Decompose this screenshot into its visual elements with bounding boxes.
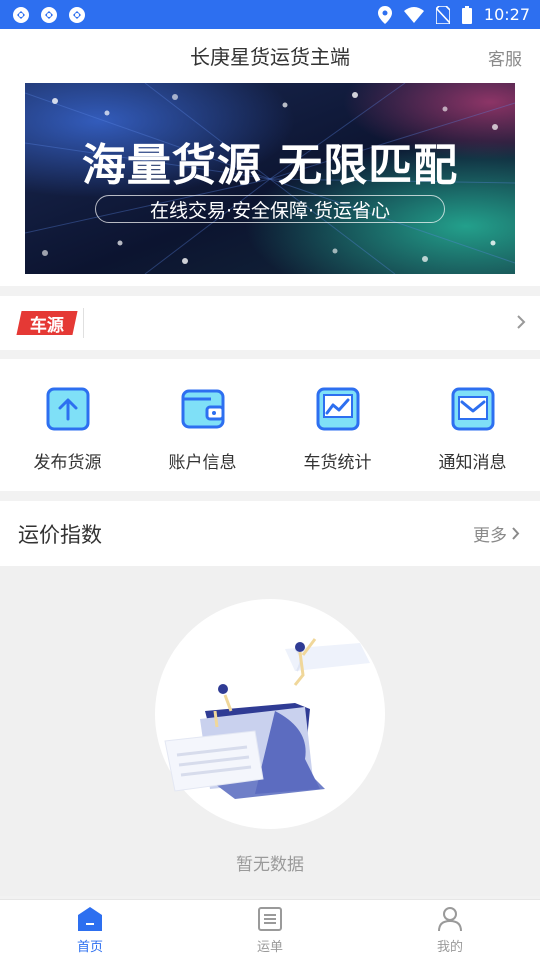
page-title: 长庚星货运货主端 [190,45,350,69]
nav-item-mine[interactable]: 我的 [360,900,540,961]
action-notifications[interactable]: 通知消息 [405,359,540,491]
banner-section: 海量货源 无限匹配 在线交易·安全保障·货运省心 [0,82,540,286]
upload-icon [46,387,89,431]
app-header: 长庚星货运货主端 客服 [0,29,540,82]
empty-state-text: 暂无数据 [236,855,304,875]
action-label: 账户信息 [168,453,237,473]
no-sim-icon [435,5,450,24]
action-publish-cargo[interactable]: 发布货源 [0,359,135,491]
app-notification-icon [40,6,58,24]
chevron-right-icon [516,314,526,334]
chevron-right-icon [512,527,520,540]
freight-index-title: 运价指数 [18,522,102,547]
nav-label: 我的 [436,940,463,955]
nav-label: 首页 [76,940,103,955]
action-cargo-stats[interactable]: 车货统计 [270,359,405,491]
wifi-icon [403,6,424,23]
more-button[interactable]: 更多 [473,521,520,546]
app-notification-icon [12,6,30,24]
quick-actions: 发布货源 账户信息 车货统计 通知消息 [0,359,540,491]
location-icon [377,5,392,24]
action-label: 车货统计 [303,453,372,473]
promo-banner[interactable]: 海量货源 无限匹配 在线交易·安全保障·货运省心 [25,83,515,274]
app-notification-icon [68,6,86,24]
action-label: 发布货源 [33,453,102,473]
person-icon [438,907,462,932]
car-source-row[interactable]: 车源 [0,296,540,350]
home-icon [78,907,102,931]
customer-service-button[interactable]: 客服 [488,45,522,70]
status-bar: 10:27 [0,0,540,29]
empty-folder-illustration [164,638,370,799]
nav-label: 运单 [256,940,283,955]
banner-subline: 在线交易·安全保障·货运省心 [95,195,445,223]
more-label: 更多 [473,526,507,546]
car-source-tag-label: 车源 [30,315,64,336]
action-account-info[interactable]: 账户信息 [135,359,270,491]
car-source-tag: 车源 [16,311,78,336]
status-notifications [12,6,86,24]
nav-item-waybill[interactable]: 运单 [180,900,360,961]
action-label: 通知消息 [438,453,507,473]
status-time: 10:27 [483,5,530,24]
freight-index-header: 运价指数 更多 [0,501,540,566]
bottom-navigation: 首页 运单 我的 [0,899,540,961]
nav-item-home[interactable]: 首页 [0,900,180,961]
wallet-icon [181,389,224,429]
envelope-icon [451,387,494,431]
banner-headline: 海量货源 无限匹配 [81,140,459,191]
battery-icon [461,5,472,24]
divider [83,308,84,338]
status-system: 10:27 [377,5,530,24]
empty-state: 暂无数据 [0,566,540,896]
chart-icon [316,387,359,431]
list-icon [258,907,282,931]
